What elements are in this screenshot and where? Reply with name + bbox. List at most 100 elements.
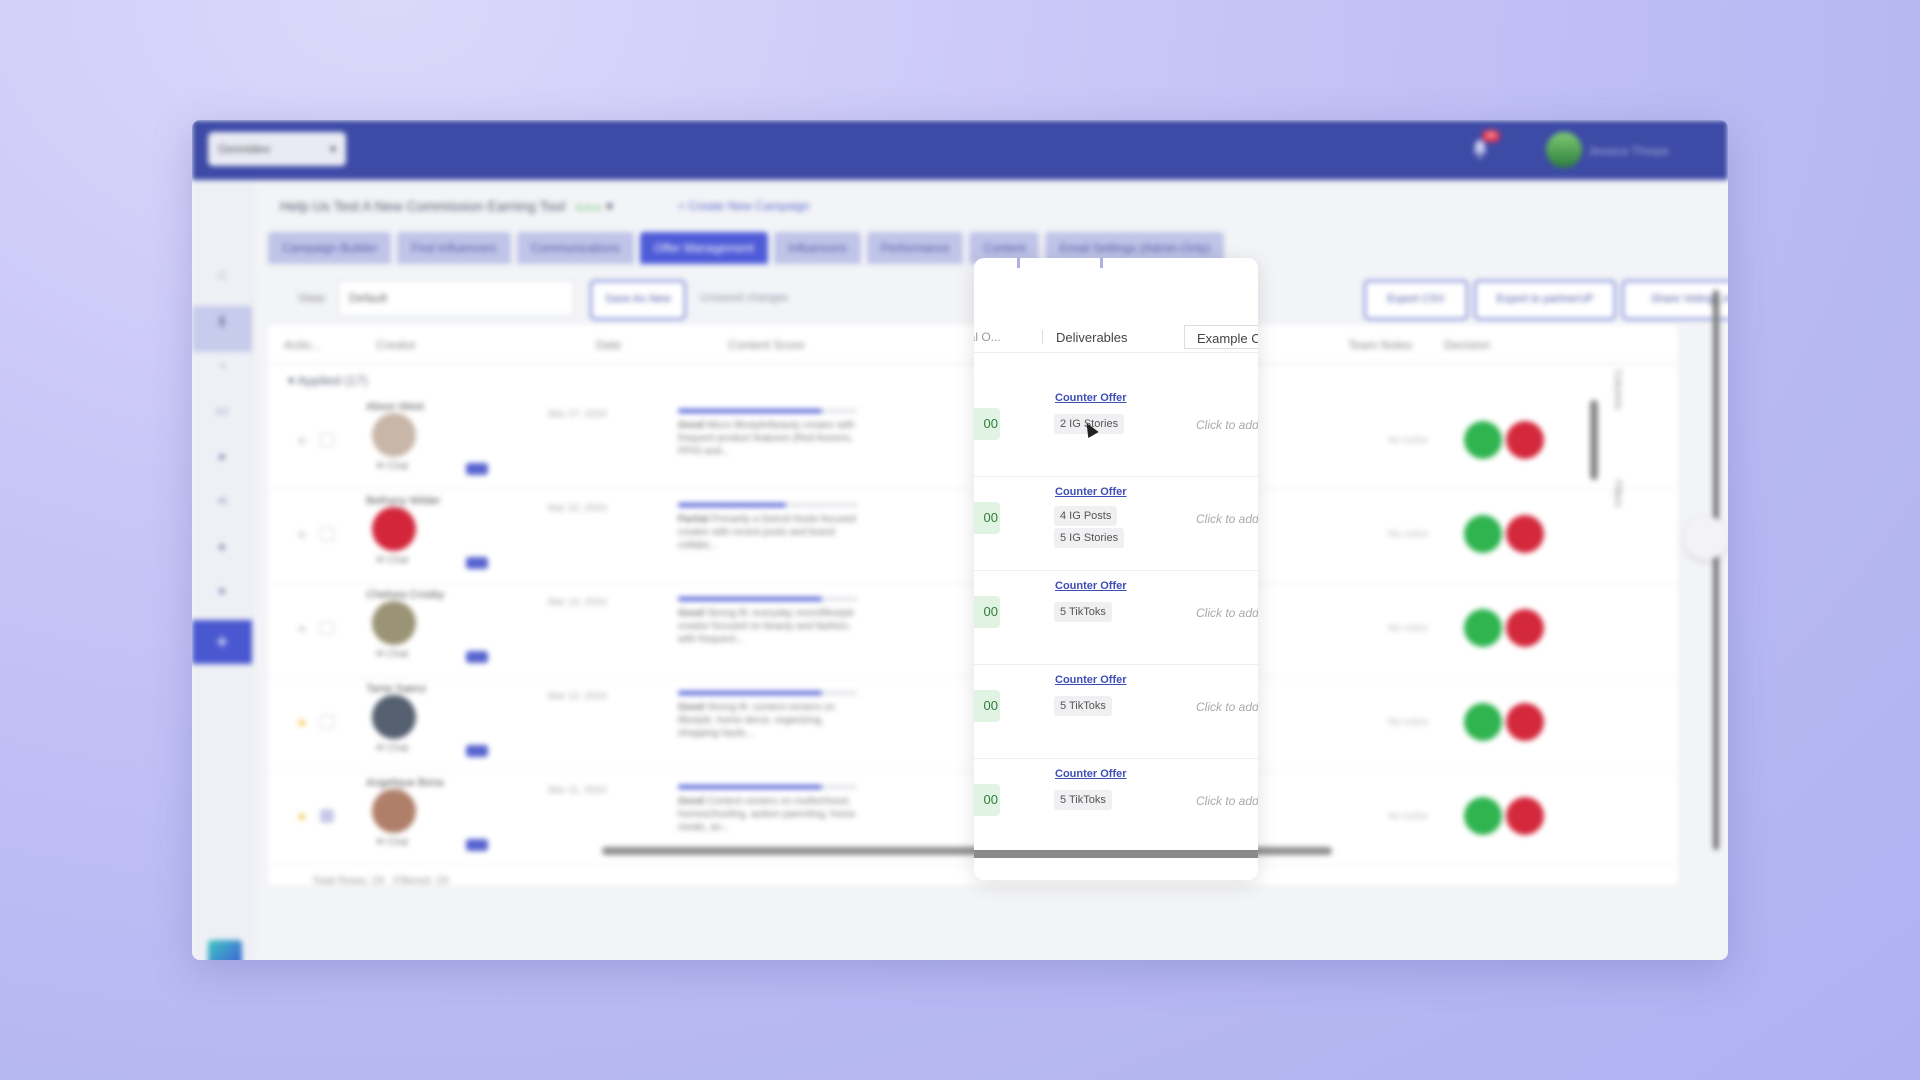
row-date: Mar 14, 2024: [548, 597, 607, 608]
settings-icon[interactable]: ●: [214, 582, 230, 598]
team-notes[interactable]: No notes: [1388, 435, 1428, 446]
reject-button[interactable]: [1506, 797, 1544, 835]
team-notes[interactable]: No notes: [1388, 811, 1428, 822]
add-button[interactable]: +: [192, 620, 252, 664]
counter-offer-link[interactable]: Counter Offer: [1055, 486, 1127, 498]
approve-button[interactable]: [1464, 797, 1502, 835]
deliverable-chip: 5 TikToks: [1054, 696, 1112, 716]
table-vertical-scrollbar[interactable]: [1590, 400, 1598, 480]
star-icon[interactable]: ★: [296, 433, 308, 449]
columns-toggle[interactable]: Columns: [1612, 370, 1623, 409]
table-row: ★ Tania Saenz ✉ Chat Mar 12, 2024 Good S…: [268, 677, 1678, 772]
chat-button[interactable]: ✉ Chat: [376, 743, 408, 754]
chat-button[interactable]: ✉ Chat: [376, 649, 408, 660]
export-csv-button[interactable]: Export CSV: [1364, 280, 1468, 320]
user-name[interactable]: Jessica Thorpe: [1588, 144, 1688, 158]
view-select[interactable]: Default: [338, 280, 574, 316]
campaign-title[interactable]: Help Us Test A New Commission Earning To…: [280, 198, 613, 215]
create-campaign-link[interactable]: + Create New Campaign: [678, 199, 810, 213]
tab-campaign-builder[interactable]: Campaign Builder: [268, 232, 392, 264]
star-icon[interactable]: ★: [296, 809, 308, 825]
example-content-input[interactable]: Click to add...: [1196, 794, 1258, 808]
score-bar: [678, 597, 858, 601]
message-icon[interactable]: ●: [214, 448, 230, 464]
reject-button[interactable]: [1506, 515, 1544, 553]
horizontal-scrollbar[interactable]: [974, 850, 1258, 858]
approve-button[interactable]: [1464, 703, 1502, 741]
chat-label: Chat: [387, 649, 409, 660]
reject-button[interactable]: [1506, 703, 1544, 741]
page-scrollbar[interactable]: [1713, 290, 1719, 850]
chat-label: Chat: [387, 743, 409, 754]
initial-offer-value: 00: [974, 408, 1000, 440]
example-content-input[interactable]: Click to add...: [1196, 512, 1258, 526]
chart-icon[interactable]: ▮: [214, 312, 230, 328]
creator-name[interactable]: Angelique Bona: [366, 777, 444, 789]
row-checkbox[interactable]: [320, 433, 334, 447]
creator-name[interactable]: Chelsea Crosby: [366, 589, 444, 601]
reject-button[interactable]: [1506, 421, 1544, 459]
card-icon[interactable]: ▭: [214, 402, 230, 418]
header-decision[interactable]: Decision: [1444, 338, 1490, 352]
row-checkbox[interactable]: [320, 621, 334, 635]
user-avatar[interactable]: [1546, 132, 1582, 168]
header-date[interactable]: Date: [596, 338, 621, 352]
tab-find-influencers[interactable]: Find Influencers: [397, 232, 511, 264]
campaign-status: Active: [574, 203, 603, 214]
header-actions[interactable]: Actio...: [284, 338, 321, 352]
header-deliverables[interactable]: Deliverables: [1056, 330, 1128, 345]
tab-communications[interactable]: Communications: [516, 232, 635, 264]
team-notes[interactable]: No notes: [1388, 529, 1428, 540]
status-badge: [466, 557, 488, 569]
counter-offer-link[interactable]: Counter Offer: [1055, 580, 1127, 592]
example-content-input[interactable]: Click to add...: [1196, 700, 1258, 714]
team-notes[interactable]: No notes: [1388, 717, 1428, 728]
row-checkbox[interactable]: [320, 527, 334, 541]
total-rows: Total Rows: 29: [312, 875, 385, 887]
score-description: Strong fit: everyday mom/lifestyle creat…: [678, 608, 855, 645]
home-icon[interactable]: ⌂: [214, 266, 230, 282]
row-checkbox[interactable]: [320, 809, 334, 823]
tab-influencers[interactable]: Influencers: [774, 232, 861, 264]
chat-button[interactable]: ✉ Chat: [376, 461, 408, 472]
export-partnerup-button[interactable]: Export to partnerUP: [1474, 280, 1616, 320]
initial-offer-value: 00: [974, 784, 1000, 816]
tab-offer-management[interactable]: Offer Management: [640, 232, 768, 264]
filters-toggle[interactable]: Filters: [1612, 480, 1623, 507]
approve-button[interactable]: [1464, 609, 1502, 647]
workspace-select[interactable]: Gennideo ▾: [208, 132, 346, 166]
creator-name[interactable]: Alison West: [366, 401, 424, 413]
header-team-notes[interactable]: Team Notes: [1348, 338, 1412, 352]
creator-name[interactable]: Tania Saenz: [366, 683, 427, 695]
globe-icon[interactable]: ●: [214, 538, 230, 554]
header-content-score[interactable]: Content Score: [728, 338, 805, 352]
avatar: [372, 601, 416, 645]
star-icon[interactable]: ★: [296, 621, 308, 637]
approve-button[interactable]: [1464, 421, 1502, 459]
team-notes[interactable]: No notes: [1388, 623, 1428, 634]
help-bubble[interactable]: [1684, 516, 1728, 560]
header-initial-offer[interactable]: Initial O...: [974, 330, 1001, 344]
save-as-new-button[interactable]: Save As New: [590, 280, 686, 320]
example-content-input[interactable]: Click to add...: [1196, 418, 1258, 432]
initial-offer-value: 00: [974, 690, 1000, 722]
chat-button[interactable]: ✉ Chat: [376, 837, 408, 848]
share-icon[interactable]: ⋖: [214, 492, 230, 508]
creator-name[interactable]: Bethany Wilder: [366, 495, 441, 507]
pie-icon[interactable]: ◔: [214, 358, 230, 374]
reject-button[interactable]: [1506, 609, 1544, 647]
chat-button[interactable]: ✉ Chat: [376, 555, 408, 566]
counter-offer-link[interactable]: Counter Offer: [1055, 768, 1127, 780]
header-example-content[interactable]: Example Content: [1184, 325, 1258, 349]
counter-offer-link[interactable]: Counter Offer: [1055, 392, 1127, 404]
header-creator[interactable]: Creator: [376, 338, 416, 352]
counter-offer-link[interactable]: Counter Offer: [1055, 674, 1127, 686]
star-icon[interactable]: ★: [296, 527, 308, 543]
approve-button[interactable]: [1464, 515, 1502, 553]
tab-performance[interactable]: Performance: [866, 232, 964, 264]
star-icon[interactable]: ★: [296, 715, 308, 731]
chevron-down-icon: ▾: [329, 142, 336, 156]
group-applied[interactable]: ▾ Applied (17): [288, 373, 368, 389]
example-content-input[interactable]: Click to add...: [1196, 606, 1258, 620]
row-checkbox[interactable]: [320, 715, 334, 729]
